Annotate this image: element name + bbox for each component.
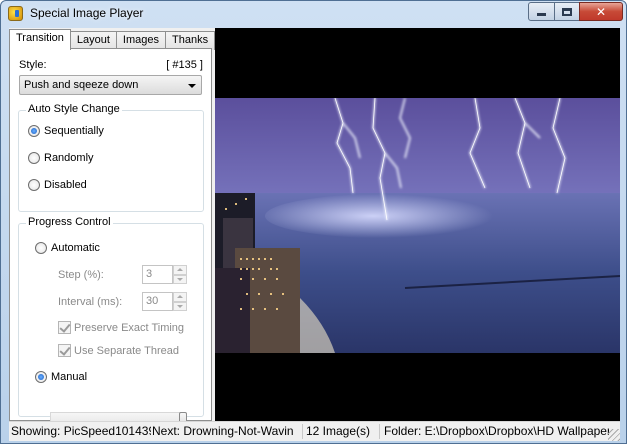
radio-indicator: [35, 371, 47, 383]
chevron-down-icon: [188, 84, 196, 88]
client-area: Transition Layout Images Thanks Style: […: [9, 28, 620, 428]
displayed-image: [215, 98, 620, 353]
interval-label: Interval (ms):: [58, 296, 123, 308]
preserve-timing-checkbox[interactable]: Preserve Exact Timing: [58, 321, 184, 334]
progress-group-title: Progress Control: [26, 216, 113, 228]
maximize-button[interactable]: [554, 2, 580, 21]
minimize-icon: [537, 13, 546, 16]
radio-manual[interactable]: Manual: [35, 371, 87, 383]
radio-randomly[interactable]: Randomly: [28, 152, 94, 164]
status-folder: Folder: E:\Dropbox\Dropbox\HD Wallpapers: [384, 424, 609, 438]
status-count: 12 Image(s): [306, 424, 371, 438]
radio-label: Sequentially: [44, 125, 104, 137]
checkbox-label: Use Separate Thread: [74, 344, 179, 357]
radio-sequentially[interactable]: Sequentially: [28, 125, 104, 137]
style-number: [ #135 ]: [166, 59, 203, 71]
tab-strip: Transition Layout Images Thanks: [9, 29, 216, 50]
checkbox-indicator: [58, 344, 71, 357]
status-separator: [379, 424, 380, 439]
step-spin-buttons[interactable]: [173, 265, 187, 284]
style-dropdown[interactable]: Push and sqeeze down: [19, 75, 202, 95]
maximize-icon: [562, 7, 572, 16]
auto-style-group: Auto Style Change Sequentially Randomly …: [18, 103, 204, 212]
radio-label: Manual: [51, 371, 88, 383]
spin-down-icon[interactable]: [173, 301, 187, 311]
radio-automatic[interactable]: Automatic: [35, 242, 100, 254]
radio-disabled[interactable]: Disabled: [28, 179, 87, 191]
radio-label: Disabled: [44, 179, 87, 191]
interval-input[interactable]: 30: [142, 292, 173, 311]
radio-indicator: [28, 125, 40, 137]
status-bar: Showing: PicSpeed10143968 Next: Drowning…: [9, 421, 620, 441]
radio-label: Automatic: [51, 242, 100, 254]
app-window: Special Image Player ✕ Transition Layout…: [0, 0, 627, 444]
minimize-button[interactable]: [528, 2, 555, 21]
style-label: Style:: [19, 59, 47, 71]
interval-spin-buttons[interactable]: [173, 292, 187, 311]
checkbox-label: Preserve Exact Timing: [74, 321, 185, 334]
step-label: Step (%):: [58, 269, 104, 281]
progress-control-group: Progress Control Automatic Step (%): 3 I…: [18, 216, 204, 417]
checkbox-indicator: [58, 321, 71, 334]
status-separator: [302, 424, 303, 439]
step-spinner[interactable]: 3: [142, 265, 187, 284]
radio-label: Randomly: [44, 152, 94, 164]
step-input[interactable]: 3: [142, 265, 173, 284]
style-dropdown-value: Push and sqeeze down: [24, 79, 139, 91]
auto-style-group-title: Auto Style Change: [26, 103, 122, 115]
status-next: Next: Drowning-Not-Wavin: [152, 424, 294, 438]
image-viewer[interactable]: [215, 28, 620, 421]
radio-indicator: [28, 179, 40, 191]
interval-spinner[interactable]: 30: [142, 292, 187, 311]
radio-indicator: [28, 152, 40, 164]
resize-grip-icon[interactable]: [608, 429, 620, 441]
transition-tab-page: Style: [ #135 ] Push and sqeeze down Aut…: [9, 48, 212, 428]
spin-up-icon[interactable]: [173, 292, 187, 302]
close-icon: ✕: [595, 4, 607, 19]
spin-down-icon[interactable]: [173, 274, 187, 284]
app-icon: [8, 6, 23, 21]
spin-up-icon[interactable]: [173, 265, 187, 275]
radio-indicator: [35, 242, 47, 254]
status-showing: Showing: PicSpeed10143968: [11, 424, 151, 438]
separate-thread-checkbox[interactable]: Use Separate Thread: [58, 344, 179, 357]
tab-transition[interactable]: Transition: [9, 29, 71, 50]
title-bar[interactable]: Special Image Player ✕: [1, 1, 626, 27]
window-title: Special Image Player: [30, 6, 144, 20]
close-button[interactable]: ✕: [579, 2, 623, 21]
